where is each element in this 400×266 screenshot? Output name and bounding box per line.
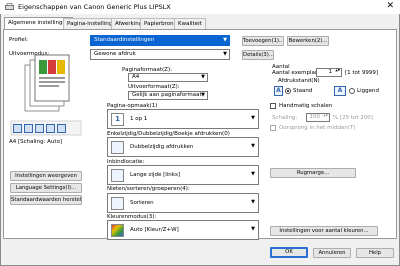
title-bar: Eigenschappen van Canon Generic Plus LIP… [0, 0, 400, 14]
page-layout-select[interactable]: 1 1 op 1 ▼ [107, 109, 259, 129]
scale-label: Schaling: [272, 115, 298, 121]
orientation-label: Afdrukstand(N) [278, 78, 320, 84]
color-count-settings-button[interactable]: Instellingen voor aantal kleuren... [270, 226, 378, 236]
preview-caption: A4 [Schaling: Auto] [9, 139, 63, 145]
finishing-select[interactable]: Sorteren ▼ [107, 193, 259, 213]
duplex-mode-icon [111, 141, 124, 154]
output-mode-select[interactable]: Gewone afdruk ▼ [90, 49, 230, 60]
chevron-down-icon: ▼ [201, 92, 205, 98]
tab-paper-source[interactable]: Papierbron [140, 18, 178, 29]
scale-range: % [25 tot 200] [333, 115, 373, 121]
color-mode-value: Auto [Kleur/Z+W] [130, 227, 179, 233]
window-title: Eigenschappen van Canon Generic Plus LIP… [18, 3, 171, 11]
duplex-select[interactable]: Dubbelzijdig afdrukken ▼ [107, 137, 259, 157]
binding-icon [35, 124, 44, 133]
page-preview: A4 [Schaling: Auto] [9, 43, 85, 161]
tab-quality[interactable]: Kwaliteit [174, 18, 206, 29]
manual-scale-checkbox[interactable] [270, 103, 276, 109]
gutter-button[interactable]: Rugmarge... [270, 168, 356, 178]
add-profile-button[interactable]: Toevoegen(1)... [242, 36, 284, 46]
chevron-down-icon: ▼ [251, 115, 255, 121]
chevron-down-icon: ▼ [251, 143, 255, 149]
finishing-label: Nieten/sorteren/groeperen(4): [107, 186, 190, 192]
chevron-down-icon: ▼ [201, 74, 205, 80]
view-settings-button[interactable]: Instellingen weergeven [10, 171, 82, 181]
layout-icon [13, 124, 22, 133]
tab-page-setup[interactable]: Pagina-instelling [63, 18, 117, 29]
scale-stepper[interactable]: 100 [306, 113, 330, 122]
chevron-down-icon: ▼ [251, 199, 255, 205]
binding-location-icon [111, 169, 124, 182]
binding-value: Lange zijde [links] [130, 172, 180, 178]
output-format-select[interactable]: Gelijk aan paginaformaat ▼ [128, 91, 208, 100]
staple-icon [46, 124, 55, 133]
portrait-radio[interactable] [285, 88, 291, 94]
center-origin-checkbox[interactable] [270, 125, 276, 131]
restore-defaults-button[interactable]: Standaardwaarden herstellen [10, 195, 82, 205]
color-mode-icon [57, 124, 66, 133]
chevron-down-icon: ▼ [223, 51, 227, 57]
chevron-down-icon: ▼ [251, 226, 255, 232]
page-format-select[interactable]: A4 ▼ [128, 73, 208, 82]
output-format-value: Gelijk aan paginaformaat [132, 92, 202, 98]
landscape-radio[interactable] [349, 88, 355, 94]
page-layout-icon: 1 [111, 113, 124, 126]
language-settings-button[interactable]: Language Settings(I)... [10, 183, 82, 193]
output-format-label: Uitvoerformaat(Z): [128, 84, 180, 90]
output-mode-value: Gewone afdruk [94, 51, 136, 57]
binding-select[interactable]: Lange zijde [links] ▼ [107, 165, 259, 185]
finishing-value: Sorteren [130, 200, 154, 206]
copies-range: [1 tot 9999] [345, 70, 378, 76]
ok-button[interactable]: OK [270, 247, 308, 258]
center-origin-label: Oorsprong in het midden(T) [279, 125, 356, 131]
portrait-label: Staand [293, 88, 313, 94]
landscape-icon: A [334, 86, 346, 96]
cancel-button[interactable]: Annuleren [313, 248, 351, 258]
collate-icon [111, 197, 124, 210]
page-format-value: A4 [132, 74, 140, 80]
profile-value: Standaardinstellingen [94, 37, 155, 43]
close-icon[interactable]: ✕ [386, 1, 394, 11]
portrait-icon: A [274, 86, 283, 96]
printer-icon [5, 3, 14, 10]
details-button[interactable]: Details(3)... [242, 50, 274, 60]
color-palette-icon [111, 224, 124, 237]
profile-select[interactable]: Standaardinstellingen ▼ [90, 35, 230, 46]
color-mode-select[interactable]: Auto [Kleur/Z+W] ▼ [107, 220, 259, 240]
copies-stepper[interactable]: 1 [316, 68, 342, 77]
duplex-value: Dubbelzijdig afdrukken [130, 144, 194, 150]
help-button[interactable]: Help [356, 248, 394, 258]
chevron-down-icon: ▼ [251, 171, 255, 177]
edit-profile-button[interactable]: Bewerken(2)... [287, 36, 329, 46]
duplex-icon [24, 124, 33, 133]
chevron-down-icon: ▼ [223, 37, 227, 43]
page-layout-value: 1 op 1 [130, 116, 148, 122]
landscape-label: Liggend [357, 88, 379, 94]
manual-scale-label: Handmatig schalen [279, 103, 333, 109]
